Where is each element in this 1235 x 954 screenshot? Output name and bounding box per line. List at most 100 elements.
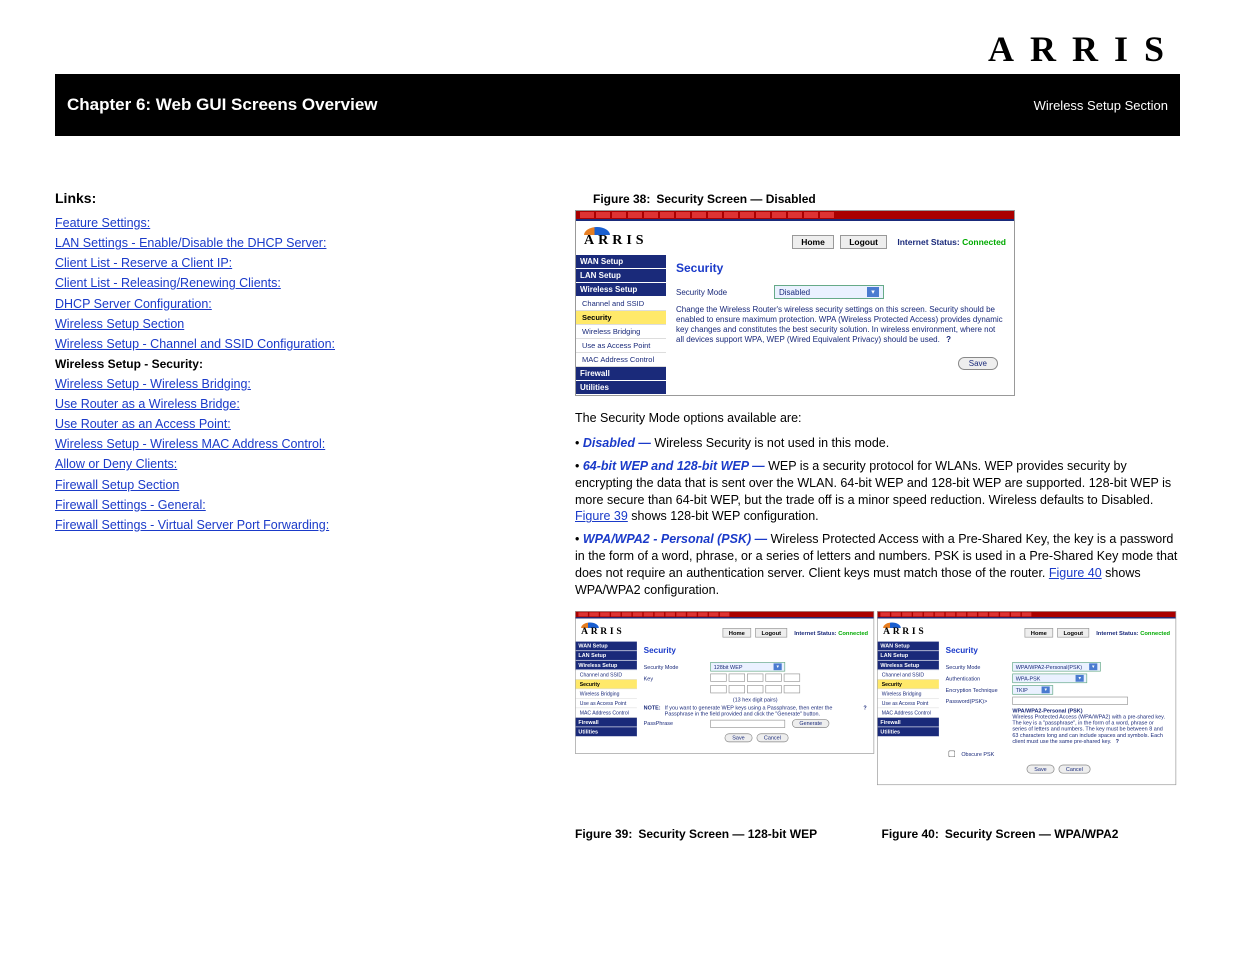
cancel-button[interactable]: Cancel bbox=[756, 733, 788, 742]
chevron-down-icon: ▾ bbox=[867, 287, 879, 297]
toc-link[interactable]: LAN Settings - Enable/Disable the DHCP S… bbox=[55, 234, 326, 252]
security-mode-label: Security Mode bbox=[644, 663, 707, 669]
security-mode-select[interactable]: WPA/WPA2-Personal(PSK)▾ bbox=[1012, 662, 1100, 672]
save-button[interactable]: Save bbox=[725, 733, 752, 742]
toc-link[interactable]: Wireless Setup - Channel and SSID Config… bbox=[55, 335, 335, 353]
security-mode-label: Security Mode bbox=[676, 288, 768, 297]
toc-link[interactable]: Client List - Reserve a Client IP: bbox=[55, 254, 232, 272]
toc-link[interactable]: Firewall Settings - General: bbox=[55, 496, 206, 514]
sidebar-channel-ssid[interactable]: Channel and SSID bbox=[576, 670, 637, 680]
figure-ref[interactable]: Figure 40 bbox=[1049, 566, 1102, 580]
figure-label: Figure 39: bbox=[575, 827, 632, 841]
toc-link[interactable]: Allow or Deny Clients: bbox=[55, 455, 177, 473]
sidebar-bridging[interactable]: Wireless Bridging bbox=[576, 689, 637, 699]
sidebar-security[interactable]: Security bbox=[576, 311, 666, 325]
sidebar-bridging[interactable]: Wireless Bridging bbox=[878, 689, 939, 699]
section-title: Wireless Setup Section bbox=[1034, 98, 1168, 113]
security-mode-select[interactable]: Disabled▾ bbox=[774, 285, 884, 299]
note-text: If you want to generate WEP keys using a… bbox=[665, 705, 857, 717]
chevron-down-icon: ▾ bbox=[1042, 686, 1050, 693]
panel-title: Security bbox=[946, 645, 1169, 655]
sidebar-lan[interactable]: LAN Setup bbox=[576, 269, 666, 283]
sidebar-channel-ssid[interactable]: Channel and SSID bbox=[576, 297, 666, 311]
logout-button[interactable]: Logout bbox=[755, 628, 787, 638]
security-mode-select[interactable]: 128bit WEP▾ bbox=[710, 662, 785, 672]
home-button[interactable]: Home bbox=[792, 235, 834, 249]
panel-title: Security bbox=[644, 645, 867, 655]
auth-label: Authentication bbox=[946, 675, 1009, 681]
toc-link[interactable]: Use Router as a Wireless Bridge: bbox=[55, 395, 240, 413]
sidebar-security[interactable]: Security bbox=[576, 679, 637, 689]
auth-select[interactable]: WPA-PSK▾ bbox=[1012, 673, 1087, 683]
sidebar-wan[interactable]: WAN Setup bbox=[576, 255, 666, 269]
sidebar-mac-control[interactable]: MAC Address Control bbox=[576, 708, 637, 718]
chevron-down-icon: ▾ bbox=[1089, 663, 1097, 670]
toc-link[interactable]: Wireless Setup Section bbox=[55, 315, 184, 333]
sidebar-utilities[interactable]: Utilities bbox=[576, 381, 666, 395]
psk-input[interactable] bbox=[1012, 696, 1128, 704]
sidebar-mac-control[interactable]: MAC Address Control bbox=[878, 708, 939, 718]
toc-link[interactable]: Use Router as an Access Point: bbox=[55, 415, 231, 433]
passphrase-input[interactable] bbox=[710, 719, 785, 727]
toc-link[interactable]: DHCP Server Configuration: bbox=[55, 295, 212, 313]
logout-button[interactable]: Logout bbox=[840, 235, 887, 249]
sidebar-wireless[interactable]: Wireless Setup bbox=[576, 660, 637, 670]
sidebar-bridging[interactable]: Wireless Bridging bbox=[576, 325, 666, 339]
sidebar-wireless[interactable]: Wireless Setup bbox=[878, 660, 939, 670]
sidebar-firewall[interactable]: Firewall bbox=[878, 718, 939, 728]
router-sidebar: WAN Setup LAN Setup Wireless Setup Chann… bbox=[576, 255, 666, 395]
chevron-down-icon: ▾ bbox=[1076, 675, 1084, 682]
sidebar-access-point[interactable]: Use as Access Point bbox=[878, 698, 939, 708]
router-logo: ARRIS bbox=[883, 626, 926, 636]
figure-ref[interactable]: Figure 39 bbox=[575, 509, 628, 523]
router-logo: ARRIS bbox=[581, 626, 624, 636]
cancel-button[interactable]: Cancel bbox=[1058, 764, 1090, 773]
sidebar-access-point[interactable]: Use as Access Point bbox=[576, 339, 666, 353]
toc-link[interactable]: Firewall Setup Section bbox=[55, 476, 179, 494]
toc-link[interactable]: Feature Settings: bbox=[55, 214, 150, 232]
help-icon[interactable]: ? bbox=[1116, 738, 1119, 744]
description-body: The Security Mode options available are:… bbox=[575, 410, 1180, 599]
toc-link[interactable]: Client List - Releasing/Renewing Clients… bbox=[55, 274, 281, 292]
sidebar-mac-control[interactable]: MAC Address Control bbox=[576, 353, 666, 367]
screenshot-security-wep: ARRIS Home Logout Internet Status: Conne… bbox=[575, 611, 874, 754]
toc-current: Wireless Setup - Security: bbox=[55, 357, 203, 371]
wep-key-inputs[interactable] bbox=[710, 685, 802, 695]
obscure-psk-checkbox[interactable] bbox=[948, 750, 955, 757]
generate-button[interactable]: Generate bbox=[792, 719, 830, 728]
figure-title: Security Screen — Disabled bbox=[656, 192, 815, 206]
save-button[interactable]: Save bbox=[958, 357, 998, 370]
home-button[interactable]: Home bbox=[723, 628, 751, 638]
toc: Links: Feature Settings: LAN Settings - … bbox=[55, 186, 535, 845]
save-button[interactable]: Save bbox=[1027, 764, 1054, 773]
sidebar-channel-ssid[interactable]: Channel and SSID bbox=[878, 670, 939, 680]
sidebar-utilities[interactable]: Utilities bbox=[878, 727, 939, 737]
sidebar-lan[interactable]: LAN Setup bbox=[576, 651, 637, 661]
toc-link[interactable]: Wireless Setup - Wireless MAC Address Co… bbox=[55, 435, 325, 453]
sidebar-wan[interactable]: WAN Setup bbox=[878, 641, 939, 651]
home-button[interactable]: Home bbox=[1025, 628, 1053, 638]
internet-status: Internet Status: Connected bbox=[794, 629, 868, 636]
toc-link[interactable]: Firewall Settings - Virtual Server Port … bbox=[55, 516, 329, 534]
sidebar-firewall[interactable]: Firewall bbox=[576, 367, 666, 381]
wpa-note-text: Wireless Protected Access (WPA/WPA2) wit… bbox=[1012, 713, 1168, 744]
internet-status: Internet Status: Connected bbox=[897, 237, 1006, 247]
sidebar-wan[interactable]: WAN Setup bbox=[576, 641, 637, 651]
chapter-title: Chapter 6: Web GUI Screens Overview bbox=[67, 95, 378, 115]
figure-title: Security Screen — 128-bit WEP bbox=[638, 827, 817, 841]
brand-logo: ARRIS bbox=[55, 28, 1180, 70]
help-icon[interactable]: ? bbox=[863, 705, 866, 711]
sidebar-lan[interactable]: LAN Setup bbox=[878, 651, 939, 661]
encryption-select[interactable]: TKIP▾ bbox=[1012, 685, 1053, 695]
logout-button[interactable]: Logout bbox=[1057, 628, 1089, 638]
sidebar-security[interactable]: Security bbox=[878, 679, 939, 689]
title-bar: Chapter 6: Web GUI Screens Overview Wire… bbox=[55, 74, 1180, 136]
wep-key-inputs[interactable] bbox=[710, 673, 802, 683]
toc-link[interactable]: Wireless Setup - Wireless Bridging: bbox=[55, 375, 251, 393]
sidebar-wireless[interactable]: Wireless Setup bbox=[576, 283, 666, 297]
sidebar-firewall[interactable]: Firewall bbox=[576, 718, 637, 728]
sidebar-utilities[interactable]: Utilities bbox=[576, 727, 637, 737]
sidebar-access-point[interactable]: Use as Access Point bbox=[576, 698, 637, 708]
encryption-label: Encryption Technique bbox=[946, 687, 1009, 693]
help-icon[interactable]: ? bbox=[946, 335, 951, 344]
